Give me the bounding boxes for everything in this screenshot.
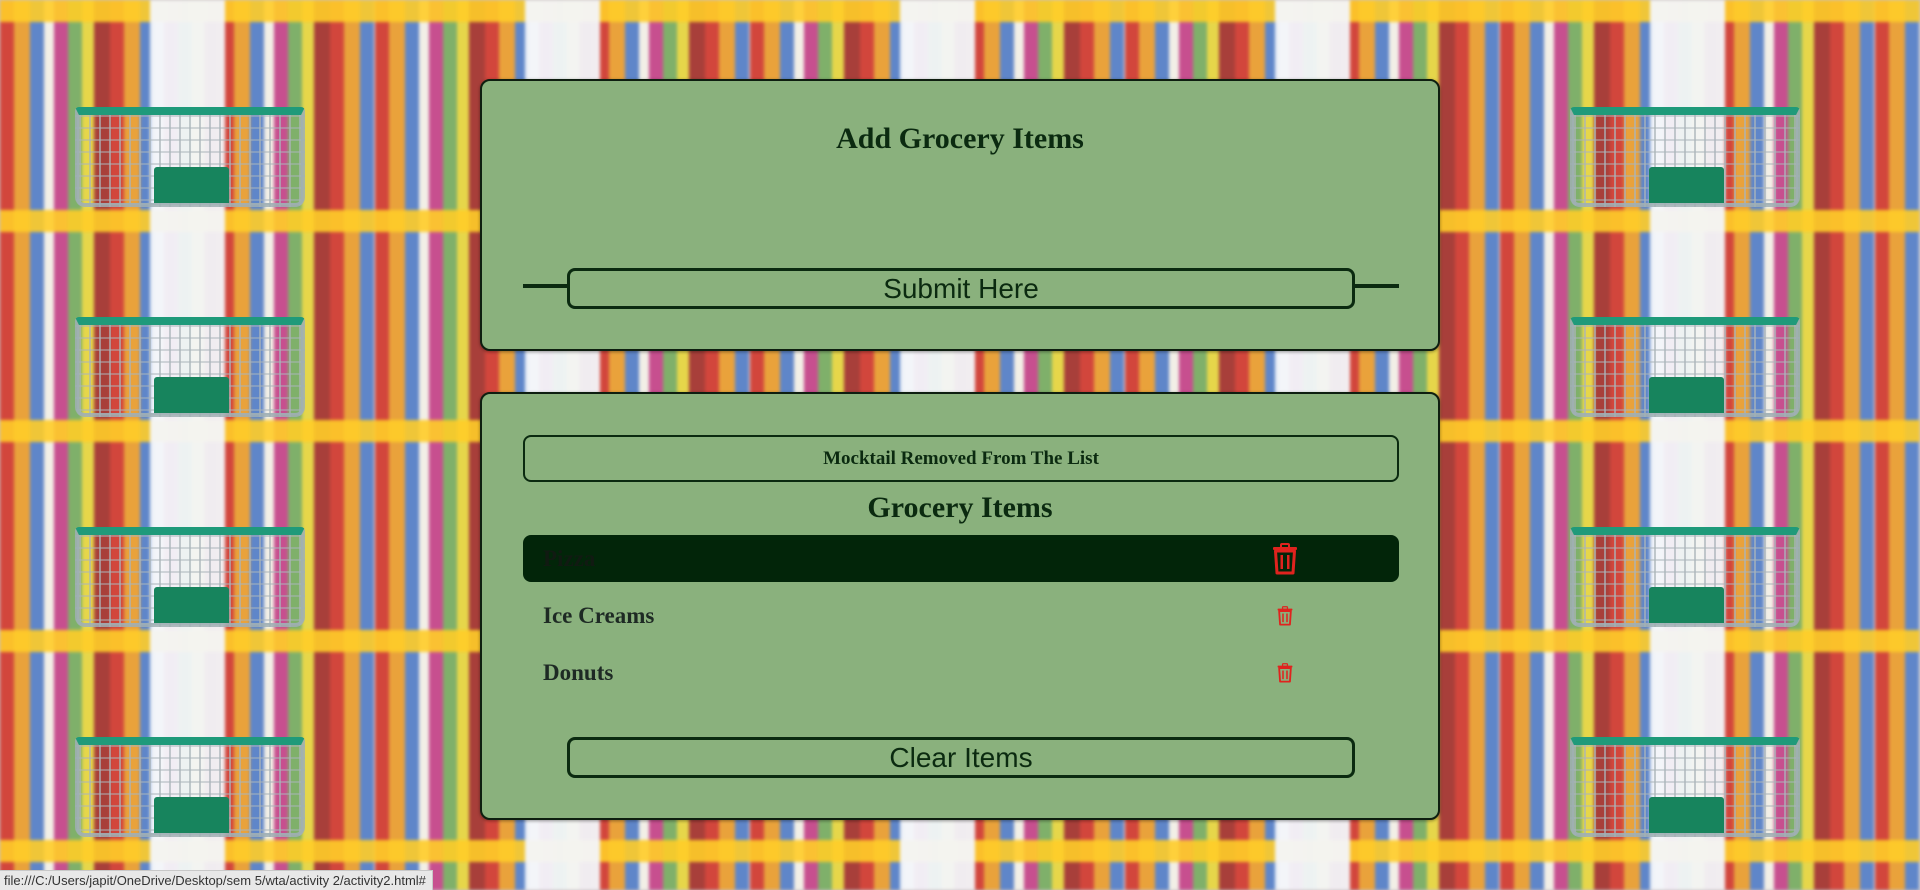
cart-image (1570, 317, 1800, 417)
item-name: Pizza (543, 546, 596, 571)
item-name: Ice Creams (543, 603, 655, 628)
submit-button[interactable]: Submit Here (567, 268, 1355, 309)
item-name: Donuts (543, 660, 614, 685)
delete-item-button[interactable] (1272, 542, 1298, 575)
add-items-title: Add Grocery Items (836, 122, 1084, 155)
grocery-list-title: Grocery Items (867, 491, 1053, 524)
list-item[interactable]: Ice Creams (523, 592, 1399, 639)
clear-items-button[interactable]: Clear Items (567, 737, 1355, 778)
grocery-list-panel: Mocktail Removed From The List Grocery I… (480, 392, 1440, 820)
list-item[interactable]: Donuts (523, 649, 1399, 696)
cart-image (75, 527, 305, 627)
trash-icon (1277, 662, 1293, 683)
cart-image (1570, 737, 1800, 837)
cart-image (1570, 527, 1800, 627)
trash-icon (1277, 605, 1293, 626)
cart-image (75, 107, 305, 207)
cart-image (75, 737, 305, 837)
add-items-panel: Add Grocery Items Submit Here (480, 79, 1440, 351)
list-item[interactable]: Pizza (523, 535, 1399, 582)
delete-item-button[interactable] (1277, 605, 1293, 626)
alert-message: Mocktail Removed From The List (523, 435, 1399, 482)
trash-icon (1273, 542, 1297, 574)
grocery-list: Pizza Ice Creams Donuts (523, 535, 1399, 706)
cart-image (1570, 107, 1800, 207)
status-bar-url: file:///C:/Users/japit/OneDrive/Desktop/… (0, 870, 433, 890)
delete-item-button[interactable] (1277, 662, 1293, 683)
cart-image (75, 317, 305, 417)
